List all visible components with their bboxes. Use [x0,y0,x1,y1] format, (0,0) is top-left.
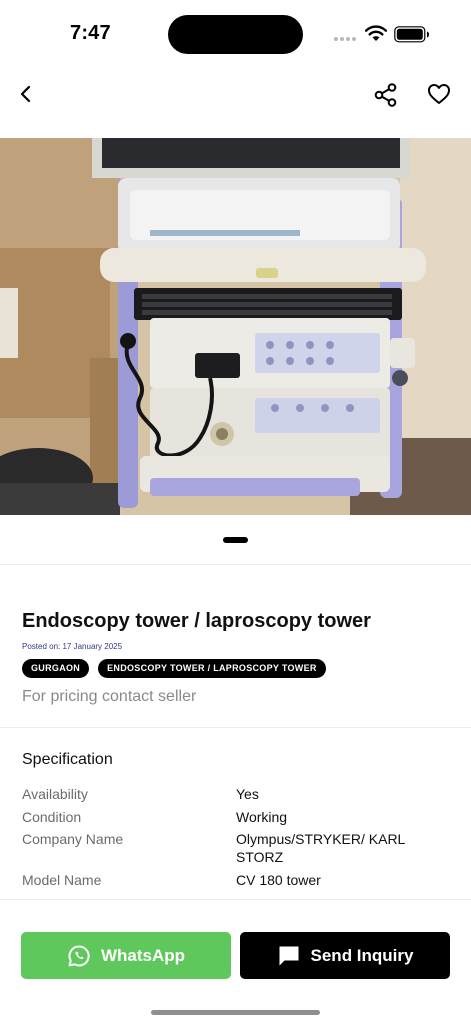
spec-key: Company Name [22,831,124,847]
back-button[interactable] [8,76,44,112]
category-tag[interactable]: ENDOSCOPY TOWER / LAPROSCOPY TOWER [98,659,326,678]
endoscopy-tower-illustration [0,138,471,515]
send-inquiry-button[interactable]: Send Inquiry [240,932,450,979]
spec-row-condition: Condition Working [22,808,452,826]
spec-row-model-name: Model Name CV 180 tower [22,871,452,889]
spec-key: Model Name [22,871,102,888]
dynamic-island [168,15,303,54]
tag-list: GURGAON ENDOSCOPY TOWER / LAPROSCOPY TOW… [22,659,326,678]
spec-value: Yes [236,786,259,802]
wifi-icon [365,25,387,41]
divider [0,564,471,565]
price-note: For pricing contact seller [22,688,197,705]
status-time: 7:47 [70,22,111,44]
cellular-signal-icon [334,37,358,42]
message-icon [279,946,299,965]
spec-row-company-name: Company Name Olympus/STRYKER/ KARL STORZ [22,830,452,866]
spec-value: Working [236,808,288,825]
spec-key: Availability [22,786,88,802]
location-tag[interactable]: GURGAON [22,659,90,678]
posted-date: Posted on: 17 January 2025 [22,642,123,651]
whatsapp-button[interactable]: WhatsApp [21,932,231,979]
carousel-indicator [223,537,248,543]
spec-key: Condition [22,808,82,825]
whatsapp-icon [68,944,90,966]
heart-outline-icon [428,84,450,104]
share-button[interactable] [368,77,404,113]
spec-value: CV 180 tower [236,871,321,888]
top-nav [0,70,471,120]
divider [0,899,471,900]
listing-title: Endoscopy tower / laproscopy tower [22,610,371,632]
share-icon [374,83,397,107]
favorite-button[interactable] [421,76,457,112]
whatsapp-label: WhatsApp [100,945,186,965]
specification-table: Availability Yes Condition Working Compa… [22,785,452,893]
send-inquiry-label: Send Inquiry [310,945,414,965]
product-image[interactable] [0,138,471,515]
status-bar: 7:47 [0,0,471,64]
action-bar: WhatsApp Send Inquiry [0,932,471,980]
battery-icon [394,26,429,43]
spec-row-availability: Availability Yes [22,785,452,803]
home-indicator [151,1010,320,1015]
spec-value: Olympus/STRYKER/ KARL STORZ [236,831,405,865]
specification-heading: Specification [22,751,113,768]
divider [0,727,471,728]
chevron-left-icon [20,85,31,103]
